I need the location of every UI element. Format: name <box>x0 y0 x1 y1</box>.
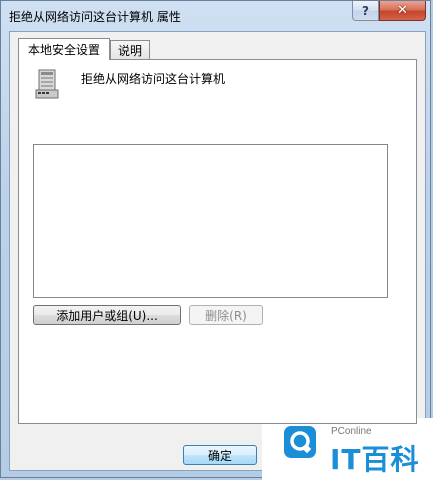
tab-explain[interactable]: 说明 <box>110 40 150 60</box>
watermark: PConline IT百科 <box>262 418 433 480</box>
title-bar[interactable]: 拒绝从网络访问这台计算机 属性 ? ✕ <box>1 1 430 29</box>
tab-panel: 拒绝从网络访问这台计算机 添加用户或组(U)... 删除(R) <box>18 59 417 424</box>
policy-title: 拒绝从网络访问这台计算机 <box>81 72 226 86</box>
users-listbox[interactable] <box>33 144 388 298</box>
add-user-or-group-button[interactable]: 添加用户或组(U)... <box>33 305 181 325</box>
button-label: 确定 <box>207 448 232 463</box>
watermark-brand: PConline <box>331 426 372 437</box>
properties-dialog: 拒绝从网络访问这台计算机 属性 ? ✕ 本地安全设置 说明 拒绝从网络访问这台计… <box>0 0 431 478</box>
dialog-body: 本地安全设置 说明 拒绝从网络访问这台计算机 添加用户或组(U)... 删除(R… <box>9 31 426 471</box>
watermark-name: IT百科 <box>330 443 420 476</box>
close-icon: ✕ <box>397 3 408 18</box>
tab-label: 本地安全设置 <box>27 43 100 57</box>
server-icon <box>35 69 59 99</box>
help-button[interactable]: ? <box>352 1 379 21</box>
pconline-logo-icon <box>284 426 316 458</box>
window-title: 拒绝从网络访问这台计算机 属性 <box>9 10 181 24</box>
close-button[interactable]: ✕ <box>379 1 426 21</box>
button-label: 删除(R) <box>205 308 247 323</box>
help-icon: ? <box>362 3 369 18</box>
ok-button[interactable]: 确定 <box>183 445 257 465</box>
button-label: 添加用户或组(U)... <box>56 308 158 323</box>
remove-button[interactable]: 删除(R) <box>189 305 263 325</box>
tab-label: 说明 <box>117 44 142 58</box>
tab-local-security-setting[interactable]: 本地安全设置 <box>18 38 110 60</box>
